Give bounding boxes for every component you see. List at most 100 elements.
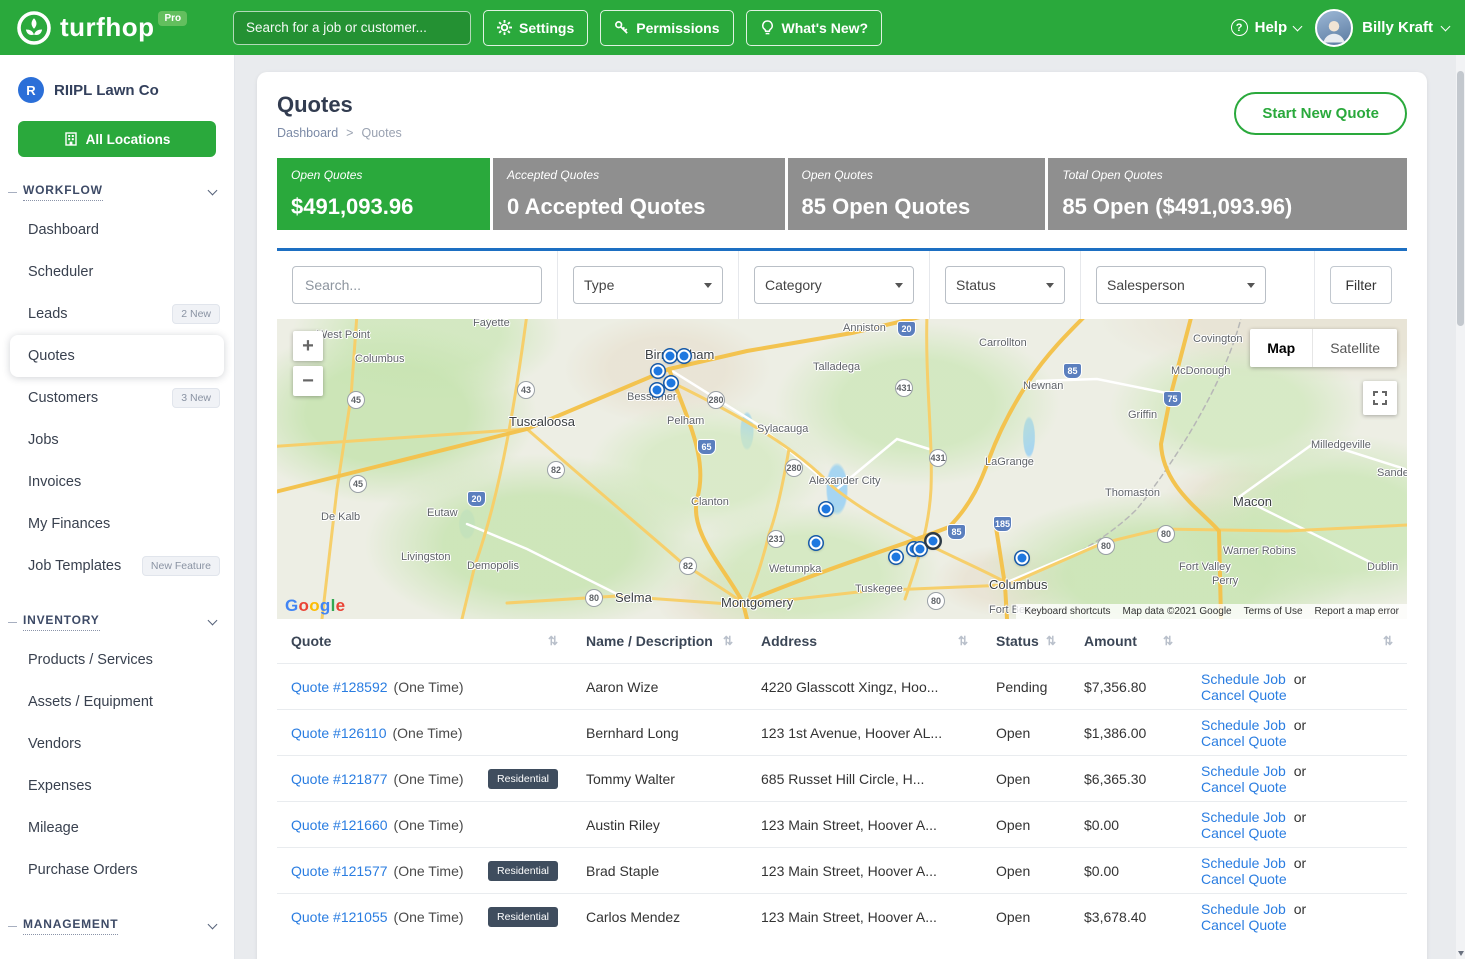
sort-icon[interactable]: ⇅	[1163, 634, 1173, 648]
column-header-status[interactable]: Status ⇅	[982, 633, 1070, 649]
stat-open-quotes-count[interactable]: Open Quotes 85 Open Quotes	[788, 158, 1046, 230]
sidebar-item-scheduler[interactable]: Scheduler	[0, 251, 234, 293]
schedule-job-link[interactable]: Schedule Job	[1201, 901, 1286, 917]
schedule-job-link[interactable]: Schedule Job	[1201, 763, 1286, 779]
keyboard-shortcuts-link[interactable]: Keyboard shortcuts	[1024, 606, 1110, 617]
stat-open-quotes-amount[interactable]: Open Quotes $491,093.96	[277, 158, 490, 230]
quote-link[interactable]: Quote #121055	[291, 909, 388, 925]
whats-new-button[interactable]: What's New?	[746, 10, 883, 46]
map-marker[interactable]	[665, 377, 678, 390]
map-marker[interactable]	[651, 384, 664, 397]
sidebar-section-workflow[interactable]: WORKFLOW	[0, 175, 234, 209]
column-header-actions[interactable]: ⇅	[1187, 634, 1407, 648]
column-header-amount[interactable]: Amount ⇅	[1070, 633, 1187, 649]
page-scrollbar[interactable]	[1456, 55, 1465, 959]
all-locations-button[interactable]: All Locations	[18, 121, 216, 157]
address: 123 Main Street, Hoover A...	[747, 817, 982, 833]
category-select[interactable]: Category	[754, 266, 914, 304]
column-header-quote[interactable]: Quote ⇅	[277, 633, 572, 649]
sort-icon[interactable]: ⇅	[1046, 634, 1056, 648]
map-view-button[interactable]: Map	[1250, 329, 1312, 367]
quote-link[interactable]: Quote #128592	[291, 679, 388, 695]
salesperson-select[interactable]: Salesperson	[1096, 266, 1266, 304]
quotes-search-input[interactable]	[292, 266, 542, 304]
sidebar-section-management[interactable]: MANAGEMENT	[0, 909, 234, 943]
status-select[interactable]: Status	[945, 266, 1065, 304]
fullscreen-button[interactable]	[1363, 381, 1397, 415]
map-marker[interactable]	[914, 543, 927, 556]
cancel-quote-link[interactable]: Cancel Quote	[1201, 871, 1287, 887]
sidebar-item-quotes[interactable]: Quotes	[10, 335, 224, 377]
start-new-quote-button[interactable]: Start New Quote	[1234, 92, 1407, 135]
quote-link[interactable]: Quote #121577	[291, 863, 388, 879]
help-menu[interactable]: ? Help	[1231, 19, 1302, 36]
sidebar-item-expenses[interactable]: Expenses	[0, 765, 234, 807]
sidebar-item-assets-equipment[interactable]: Assets / Equipment	[0, 681, 234, 723]
quote-link[interactable]: Quote #121877	[291, 771, 388, 787]
cancel-quote-link[interactable]: Cancel Quote	[1201, 825, 1287, 841]
cancel-quote-link[interactable]: Cancel Quote	[1201, 733, 1287, 749]
permissions-label: Permissions	[636, 20, 719, 36]
satellite-view-button[interactable]: Satellite	[1312, 329, 1397, 367]
sidebar-item-vendors[interactable]: Vendors	[0, 723, 234, 765]
quote-link[interactable]: Quote #126110	[291, 725, 387, 741]
scrollbar-thumb[interactable]	[1457, 71, 1464, 326]
column-header-address[interactable]: Address ⇅	[747, 633, 982, 649]
zoom-in-button[interactable]: +	[293, 331, 323, 361]
map-marker[interactable]	[678, 350, 691, 363]
road-shield-icon: 85	[947, 524, 966, 540]
terms-of-use-link[interactable]: Terms of Use	[1244, 606, 1303, 617]
sort-icon[interactable]: ⇅	[1383, 634, 1393, 648]
cancel-quote-link[interactable]: Cancel Quote	[1201, 779, 1287, 795]
sort-icon[interactable]: ⇅	[548, 634, 558, 648]
schedule-job-link[interactable]: Schedule Job	[1201, 855, 1286, 871]
sort-icon[interactable]: ⇅	[723, 634, 733, 648]
sidebar-item-invoices[interactable]: Invoices	[0, 461, 234, 503]
sidebar-item-jobs[interactable]: Jobs	[0, 419, 234, 461]
schedule-job-link[interactable]: Schedule Job	[1201, 809, 1286, 825]
cancel-quote-link[interactable]: Cancel Quote	[1201, 687, 1287, 703]
permissions-button[interactable]: Permissions	[600, 10, 733, 46]
sidebar-section-reports[interactable]: REPORTS	[0, 949, 234, 959]
sidebar-item-dashboard[interactable]: Dashboard	[0, 209, 234, 251]
sidebar-item-purchase-orders[interactable]: Purchase Orders	[0, 849, 234, 891]
map-marker[interactable]	[890, 551, 903, 564]
filter-button[interactable]: Filter	[1330, 266, 1392, 304]
stat-label: Open Quotes	[291, 168, 476, 182]
map-marker[interactable]	[652, 365, 665, 378]
app-logo[interactable]: turfhop Pro	[16, 10, 221, 46]
breadcrumb-dashboard[interactable]: Dashboard	[277, 126, 338, 140]
stat-accepted-quotes[interactable]: Accepted Quotes 0 Accepted Quotes	[493, 158, 784, 230]
quotes-card: Quotes Dashboard > Quotes Start New Quot…	[257, 72, 1427, 959]
sidebar-item-leads[interactable]: Leads 2 New	[0, 293, 234, 335]
sidebar-item-job-templates[interactable]: Job Templates New Feature	[0, 545, 234, 587]
cancel-quote-link[interactable]: Cancel Quote	[1201, 917, 1287, 933]
map-city-label: Griffin	[1128, 409, 1157, 421]
sidebar-item-customers[interactable]: Customers 3 New	[0, 377, 234, 419]
chevron-down-icon	[1247, 283, 1255, 288]
column-header-name[interactable]: Name / Description ⇅	[572, 633, 747, 649]
map-marker[interactable]	[927, 535, 940, 548]
stat-total-open[interactable]: Total Open Quotes 85 Open ($491,093.96)	[1048, 158, 1407, 230]
schedule-job-link[interactable]: Schedule Job	[1201, 717, 1286, 733]
map-marker[interactable]	[820, 503, 833, 516]
schedule-job-link[interactable]: Schedule Job	[1201, 671, 1286, 687]
report-map-error-link[interactable]: Report a map error	[1315, 606, 1399, 617]
sidebar-item-my-finances[interactable]: My Finances	[0, 503, 234, 545]
map-marker[interactable]	[1016, 552, 1029, 565]
map-canvas[interactable]: + − Map Satellite Google Keyboard shortc…	[277, 319, 1407, 619]
company-switcher[interactable]: R RIIPL Lawn Co	[0, 71, 234, 109]
sidebar-item-mileage[interactable]: Mileage	[0, 807, 234, 849]
settings-button[interactable]: Settings	[483, 10, 588, 46]
quote-link[interactable]: Quote #121660	[291, 817, 388, 833]
sidebar-item-products-services[interactable]: Products / Services	[0, 639, 234, 681]
global-search-input[interactable]	[233, 11, 471, 45]
scrollbar-down-arrow[interactable]	[1456, 947, 1465, 959]
zoom-out-button[interactable]: −	[293, 366, 323, 396]
map-marker[interactable]	[810, 537, 823, 550]
map-marker[interactable]	[664, 350, 677, 363]
sort-icon[interactable]: ⇅	[958, 634, 968, 648]
type-select[interactable]: Type	[573, 266, 723, 304]
user-menu[interactable]: Billy Kraft	[1315, 9, 1449, 47]
sidebar-section-inventory[interactable]: INVENTORY	[0, 605, 234, 639]
